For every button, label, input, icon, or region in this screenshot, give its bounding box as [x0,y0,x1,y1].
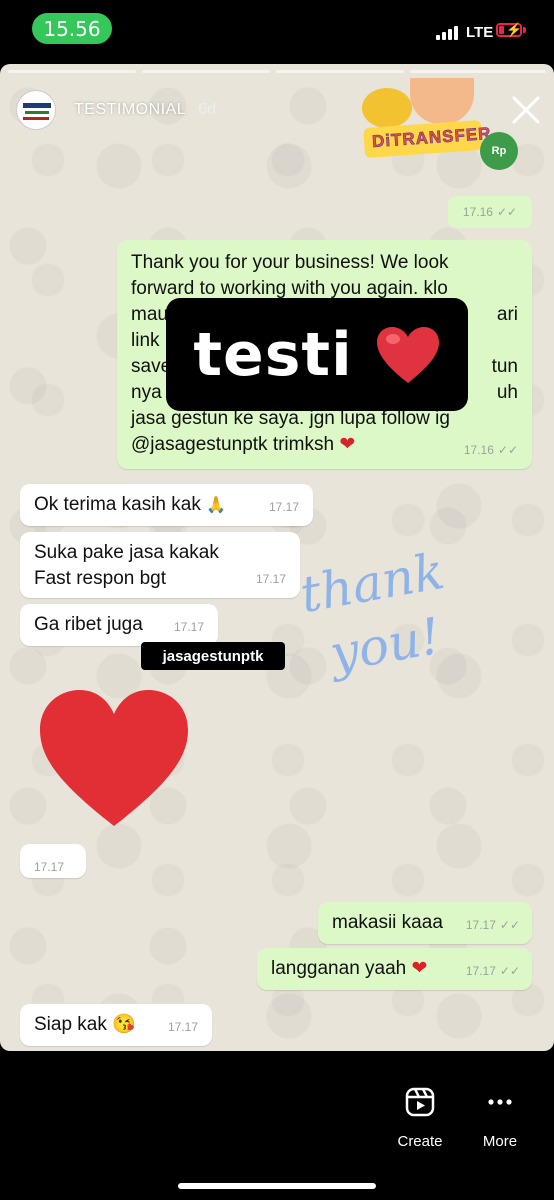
money-bag-icon: Rp [480,132,518,170]
story-age: 6d [198,101,216,118]
avatar[interactable] [16,90,56,130]
incoming-message: Suka pake jasa kakak Fast respon bgt 17.… [20,532,300,598]
progress-segment [142,70,270,73]
incoming-time: 17.17 [167,1020,198,1034]
outgoing-time: 17.17 [465,918,496,932]
more-dots-icon [488,1099,512,1105]
long-fragment-3: uh [496,382,518,403]
signal-icon [436,26,458,40]
progress-segment [410,70,546,73]
incoming-time: 17.17 [255,572,286,586]
status-time[interactable]: 15.56 [32,13,112,44]
more-button[interactable]: More [460,1086,540,1150]
outgoing-time: 17.17 [465,964,496,978]
heart-emoji-icon [376,326,439,383]
create-label: Create [397,1133,443,1150]
close-icon [512,96,540,124]
close-button[interactable] [508,92,544,128]
cartoon-face [410,78,474,124]
long-line-6: nya [131,382,162,403]
status-bar: 15.56 LTE ⚡ [0,0,554,62]
incoming-text: Ga ribet juga [34,614,143,635]
account-name[interactable]: TESTIMONIAL [74,101,186,119]
mention-sticker[interactable]: jasagestunptk [141,642,285,670]
progress-segment [276,70,404,73]
incoming-text-line2: Fast respon bgt [34,568,167,589]
outgoing-message: langganan yaah ❤ 17.17 ✓✓ [257,948,532,990]
more-label: More [482,1133,518,1150]
incoming-time: 17.17 [268,500,299,514]
thank-you-sticker[interactable]: thank you! [296,542,456,684]
incoming-text: Siap kak [34,1014,107,1035]
incoming-message: Ok terima kasih kak 🙏 17.17 [20,484,313,526]
outgoing-text: langganan yaah [271,958,407,979]
battery-icon: ⚡ [496,22,522,37]
long-line-3: mau [131,304,168,325]
big-heart-icon [40,690,188,826]
story-viewer[interactable]: 17.16 ✓✓ Thank you for your business! We … [0,64,554,1051]
create-button[interactable]: Create [380,1086,460,1150]
transfer-sticker[interactable]: DiTRANSFER Rp [360,78,520,170]
reels-create-icon [405,1087,435,1117]
pray-emoji-icon: 🙏 [206,497,227,514]
long-fragment-1: ari [496,304,518,325]
incoming-message: Siap kak 😘 17.17 [20,1004,212,1046]
network-label: LTE [466,24,494,41]
heart-emoji-icon: ❤ [339,434,356,455]
testi-sticker[interactable]: testi [166,298,468,411]
message-time: 17.16 ✓✓ [448,196,532,228]
incoming-text-line1: Suka pake jasa kakak [34,542,219,563]
story-header: TESTIMONIAL 6d [16,90,216,130]
long-message-time: 17.16 [463,443,494,457]
kissing-face-emoji-icon: 😘 [112,1014,136,1035]
incoming-text: Ok terima kasih kak [34,494,201,515]
battery-tip [523,27,526,33]
you-text: you! [325,606,445,684]
progress-segment [8,70,136,73]
home-indicator[interactable] [178,1183,376,1189]
heart-emoji-icon: ❤ [411,958,428,979]
incoming-time: 17.17 [173,620,204,634]
long-line-8: @jasagestunptk trimksh [131,434,335,455]
long-fragment-2: tun [491,356,518,377]
heart-message-time: 17.17 [20,844,86,878]
long-line-1: Thank you for your business! We look [131,252,449,273]
outgoing-text: makasii kaaa [332,912,443,933]
incoming-message: Ga ribet juga 17.17 [20,604,218,646]
testi-text: testi [193,319,353,390]
outgoing-message: makasii kaaa 17.17 ✓✓ [318,902,532,944]
